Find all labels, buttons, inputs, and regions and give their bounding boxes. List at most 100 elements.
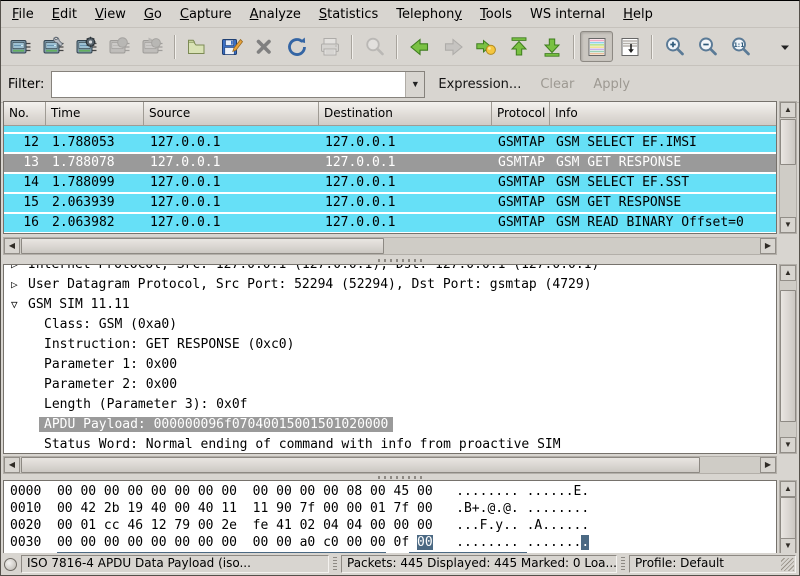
packet-row-15[interactable]: 152.063939127.0.0.1127.0.0.1GSMTAPGSM GE…	[4, 194, 776, 214]
clear-button[interactable]: Clear	[534, 75, 580, 94]
scroll-left-arrow[interactable]: ◀	[4, 457, 20, 473]
close-capture-file-button[interactable]	[247, 31, 280, 62]
scroll-up-arrow[interactable]: ▲	[780, 481, 796, 497]
status-section-handle[interactable]	[333, 557, 337, 571]
detail-line[interactable]: ▷User Datagram Protocol, Src Port: 52294…	[4, 275, 776, 295]
open-capture-file-button[interactable]	[181, 31, 214, 62]
scrollbar-thumb[interactable]	[21, 238, 384, 254]
find-packet-button[interactable]	[358, 31, 391, 62]
detail-line[interactable]: APDU Payload: 000000096f0704001500150102…	[4, 415, 776, 435]
scroll-down-arrow[interactable]: ▼	[780, 538, 796, 554]
packet-row-13[interactable]: 131.788078127.0.0.1127.0.0.1GSMTAPGSM GE…	[4, 154, 776, 174]
menu-telephony[interactable]: Telephony	[387, 4, 471, 25]
bytes-vscrollbar[interactable]: ▲ ▼	[779, 480, 797, 555]
scrollbar-thumb[interactable]	[21, 457, 700, 473]
detail-line[interactable]: ▷Internet Protocol, Src: 127.0.0.1 (127.…	[4, 265, 776, 275]
toolbar-separator	[351, 35, 353, 59]
detail-text: Status Word: Normal ending of command wi…	[44, 437, 561, 452]
scroll-down-arrow[interactable]: ▼	[780, 217, 796, 233]
menu-go[interactable]: Go	[135, 4, 171, 25]
save-capture-file-button[interactable]	[214, 31, 247, 62]
column-header-protocol[interactable]: Protocol	[492, 102, 550, 126]
detail-line[interactable]: Parameter 2: 0x00	[4, 375, 776, 395]
go-to-first-packet-button[interactable]	[502, 31, 535, 62]
zoom-in-button[interactable]	[658, 31, 691, 62]
go-forward-button[interactable]	[436, 31, 469, 62]
scroll-down-arrow[interactable]: ▼	[780, 437, 796, 453]
column-header-no[interactable]: No.	[4, 102, 46, 126]
hex-row-0030[interactable]: 0030 00 00 00 00 00 00 00 00 00 00 a0 c0…	[10, 534, 776, 551]
overflow-icon	[773, 35, 797, 59]
stop-capture-button[interactable]	[103, 31, 136, 62]
scrollbar-thumb[interactable]	[780, 119, 796, 165]
list-interfaces-button[interactable]	[4, 31, 37, 62]
detail-line-clipped[interactable]: ▷Internet Protocol, Src: 127.0.0.1 (127.…	[4, 265, 776, 275]
packet-row-clipped[interactable]: 111.787851127.0.0.1127.0.0.1GSMTAPGSM GE…	[4, 126, 776, 134]
capture-options-button[interactable]	[37, 31, 70, 62]
hex-row-0000[interactable]: 0000 00 00 00 00 00 00 00 00 00 00 00 00…	[10, 483, 776, 500]
hex-row-0020[interactable]: 0020 00 01 cc 46 12 79 00 2e fe 41 02 04…	[10, 517, 776, 534]
detail-line[interactable]: Length (Parameter 3): 0x0f	[4, 395, 776, 415]
scroll-up-arrow[interactable]: ▲	[780, 102, 796, 118]
toolbar-overflow-button[interactable]	[774, 31, 796, 62]
detail-line[interactable]: Status Word: Normal ending of command wi…	[4, 435, 776, 454]
scroll-left-arrow[interactable]: ◀	[4, 238, 20, 254]
menu-analyze[interactable]: Analyze	[241, 4, 310, 25]
restart-capture-button[interactable]	[136, 31, 169, 62]
window-resize-grip[interactable]	[781, 558, 794, 571]
start-capture-button[interactable]	[70, 31, 103, 62]
column-header-time[interactable]: Time	[46, 102, 144, 126]
expander-right-icon[interactable]: ▷	[11, 265, 18, 275]
detail-line[interactable]: Parameter 1: 0x00	[4, 355, 776, 375]
pane-splitter-upper[interactable]	[1, 257, 799, 264]
expander-down-icon[interactable]: ▽	[11, 295, 18, 315]
menu-statistics[interactable]: Statistics	[310, 4, 387, 25]
menu-capture[interactable]: Capture	[171, 4, 241, 25]
hex-row-0010[interactable]: 0010 00 42 2b 19 40 00 40 11 11 90 7f 00…	[10, 500, 776, 517]
print-packets-button[interactable]	[313, 31, 346, 62]
wireshark-window: FileEditViewGoCaptureAnalyzeStatisticsTe…	[0, 0, 800, 576]
packet-row-12[interactable]: 121.788053127.0.0.1127.0.0.1GSMTAPGSM SE…	[4, 134, 776, 154]
auto-scroll-live-capture-button[interactable]	[613, 31, 646, 62]
expert-info-indicator-icon[interactable]	[4, 558, 17, 571]
colorize-packet-list-button[interactable]	[580, 31, 613, 62]
detail-line[interactable]: ▽GSM SIM 11.11	[4, 295, 776, 315]
expander-right-icon[interactable]: ▷	[11, 275, 18, 295]
menu-edit[interactable]: Edit	[43, 4, 86, 25]
scrollbar-thumb[interactable]	[780, 497, 796, 539]
go-to-last-packet-button[interactable]	[535, 31, 568, 62]
filter-input[interactable]	[52, 72, 405, 97]
zoom-normal-size-button[interactable]: 1:1	[724, 31, 757, 62]
scrollbar-thumb[interactable]	[780, 290, 796, 422]
column-header-source[interactable]: Source	[144, 102, 319, 126]
menu-view[interactable]: View	[86, 4, 135, 25]
column-header-info[interactable]: Info	[550, 102, 776, 126]
zoom-out-button[interactable]	[691, 31, 724, 62]
packet-list-hscrollbar[interactable]: ◀ ▶	[3, 237, 777, 255]
go-back-button[interactable]	[403, 31, 436, 62]
menu-file[interactable]: File	[3, 4, 43, 25]
apply-button[interactable]: Apply	[587, 75, 636, 94]
packet-row-16[interactable]: 162.063982127.0.0.1127.0.0.1GSMTAPGSM RE…	[4, 214, 776, 234]
go-to-packet-button[interactable]	[469, 31, 502, 62]
scroll-right-arrow[interactable]: ▶	[760, 238, 776, 254]
expression-button[interactable]: Expression...	[432, 75, 527, 94]
scroll-up-arrow[interactable]: ▲	[780, 265, 796, 281]
detail-line[interactable]: Instruction: GET RESPONSE (0xc0)	[4, 335, 776, 355]
menu-ws-internal[interactable]: WS internal	[521, 4, 614, 25]
splitter-grip	[378, 259, 422, 262]
details-hscrollbar[interactable]: ◀ ▶	[3, 456, 777, 474]
menu-tools[interactable]: Tools	[471, 4, 521, 25]
packet-row-14[interactable]: 141.788099127.0.0.1127.0.0.1GSMTAPGSM SE…	[4, 174, 776, 194]
packet-row-11[interactable]: 111.787851127.0.0.1127.0.0.1GSMTAPGSM GE…	[4, 126, 776, 134]
status-section-handle[interactable]	[621, 557, 625, 571]
autoscroll-icon	[618, 35, 642, 59]
details-vscrollbar[interactable]: ▲ ▼	[779, 264, 797, 454]
detail-line[interactable]: Class: GSM (0xa0)	[4, 315, 776, 335]
packet-list-vscrollbar[interactable]: ▲ ▼	[779, 101, 797, 234]
reload-capture-file-button[interactable]	[280, 31, 313, 62]
scroll-right-arrow[interactable]: ▶	[760, 457, 776, 473]
column-header-destination[interactable]: Destination	[319, 102, 492, 126]
filter-dropdown-button[interactable]: ▼	[405, 72, 424, 97]
menu-help[interactable]: Help	[614, 4, 662, 25]
